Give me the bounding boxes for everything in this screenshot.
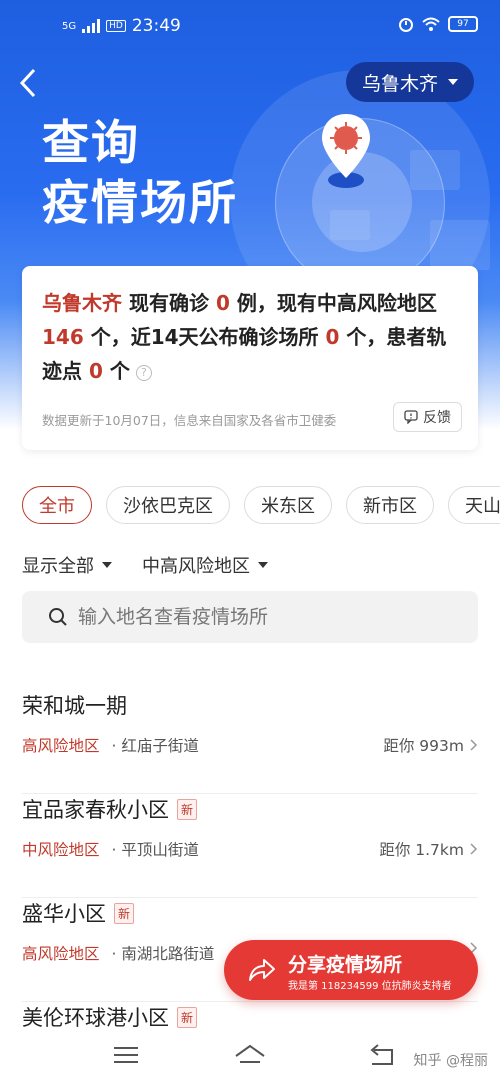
risk-level: 中风险地区 — [22, 841, 100, 859]
summary-text: 乌鲁木齐 现有确诊 0 例，现有中高风险地区 146 个，近14天公布确诊场所 … — [42, 286, 462, 388]
chevron-down-icon — [102, 562, 112, 568]
risk-level: 高风险地区 — [22, 737, 100, 755]
street-name: · 平顶山街道 — [111, 841, 199, 859]
status-bar: 5G HD 23:49 97 — [0, 0, 500, 52]
menu-icon[interactable] — [110, 1042, 142, 1068]
feedback-button[interactable]: 反馈 — [393, 402, 462, 432]
place-list-item[interactable]: 宜品家春秋小区 新 中风险地区 · 平顶山街道 距你 1.7km — [22, 794, 478, 898]
place-name: 宜品家春秋小区 — [22, 798, 169, 822]
track-point-count: 0 — [88, 359, 103, 383]
title-line-1: 查询 — [42, 116, 140, 171]
signal-icon — [82, 19, 101, 33]
city-label: 乌鲁木齐 — [362, 72, 439, 95]
title-line-2: 疫情场所 — [42, 176, 238, 231]
risk-filter-label: 中高风险地区 — [142, 556, 250, 577]
feedback-icon — [404, 410, 418, 424]
battery-icon: 97 — [448, 16, 478, 32]
new-badge: 新 — [177, 798, 198, 820]
back-nav-icon[interactable] — [366, 1042, 398, 1068]
hd-badge: HD — [106, 20, 126, 32]
show-filter-label: 显示全部 — [22, 556, 94, 577]
risk-area-count: 146 — [42, 325, 84, 349]
district-chip-all[interactable]: 全市 — [22, 486, 92, 524]
risk-level: 高风险地区 — [22, 945, 100, 963]
signal-label: 5G — [62, 20, 77, 32]
show-filter-dropdown[interactable]: 显示全部 — [22, 552, 112, 578]
data-source-note: 数据更新于10月07日，信息来自国家及各省市卫健委 — [42, 413, 337, 428]
place-name: 美伦环球港小区 — [22, 1006, 169, 1030]
feedback-label: 反馈 — [423, 410, 451, 426]
district-chip[interactable]: 沙依巴克区 — [106, 486, 230, 524]
district-chip[interactable]: 天山区 — [448, 486, 500, 524]
summary-text-part: 例，现有中高风险地区 — [229, 291, 437, 315]
summary-text-part: 个 — [102, 359, 130, 383]
wifi-icon — [422, 17, 440, 31]
places-count: 0 — [325, 325, 340, 349]
place-name: 荣和城一期 — [22, 694, 127, 718]
summary-city: 乌鲁木齐 — [42, 291, 122, 315]
distance: 距你 993m — [383, 737, 464, 755]
home-icon[interactable] — [234, 1042, 266, 1068]
summary-text-part: 个，近14天公布确诊场所 — [83, 325, 326, 349]
page-title: 查询 疫情场所 — [42, 114, 238, 234]
watermark: 知乎 @程丽 — [413, 1053, 488, 1069]
street-name: · 红庙子街道 — [111, 737, 199, 755]
confirmed-count: 0 — [215, 291, 230, 315]
district-chip[interactable]: 新市区 — [346, 486, 434, 524]
new-badge: 新 — [114, 902, 135, 924]
share-label: 分享疫情场所 — [288, 954, 403, 976]
place-name: 盛华小区 — [22, 902, 106, 926]
summary-card: 乌鲁木齐 现有确诊 0 例，现有中高风险地区 146 个，近14天公布确诊场所 … — [22, 266, 478, 450]
chevron-right-icon — [470, 843, 478, 855]
city-selector[interactable]: 乌鲁木齐 — [346, 62, 475, 102]
risk-filter-dropdown[interactable]: 中高风险地区 — [142, 552, 268, 578]
help-icon[interactable]: ? — [135, 364, 152, 381]
back-icon[interactable] — [16, 66, 46, 100]
chevron-down-icon — [448, 79, 459, 85]
place-list-item[interactable]: 荣和城一期 高风险地区 · 红庙子街道 距你 993m — [22, 690, 478, 794]
clock: 23:49 — [131, 16, 181, 36]
search-icon — [49, 608, 67, 626]
share-subtext: 我是第 118234599 位抗肺炎支持者 — [288, 981, 452, 992]
virus-location-pin-icon — [322, 114, 370, 188]
street-name: · 南湖北路街道 — [111, 945, 215, 963]
chevron-down-icon — [258, 562, 268, 568]
search-input[interactable] — [78, 606, 438, 628]
search-bar[interactable] — [22, 591, 478, 643]
alarm-icon — [399, 18, 413, 32]
chevron-right-icon — [470, 739, 478, 751]
district-tabs: 全市 沙依巴克区 米东区 新市区 天山区 — [22, 486, 500, 526]
summary-text-part: 现有确诊 — [122, 291, 216, 315]
district-chip[interactable]: 米东区 — [244, 486, 332, 524]
distance: 距你 1.7km — [379, 841, 464, 859]
place-list-item[interactable]: 美伦环球港小区 新 — [22, 1002, 478, 1032]
share-icon — [249, 959, 275, 981]
new-badge: 新 — [177, 1006, 198, 1028]
filter-bar: 显示全部 中高风险地区 — [22, 552, 268, 578]
share-button[interactable]: 分享疫情场所 我是第 118234599 位抗肺炎支持者 — [224, 940, 478, 1000]
